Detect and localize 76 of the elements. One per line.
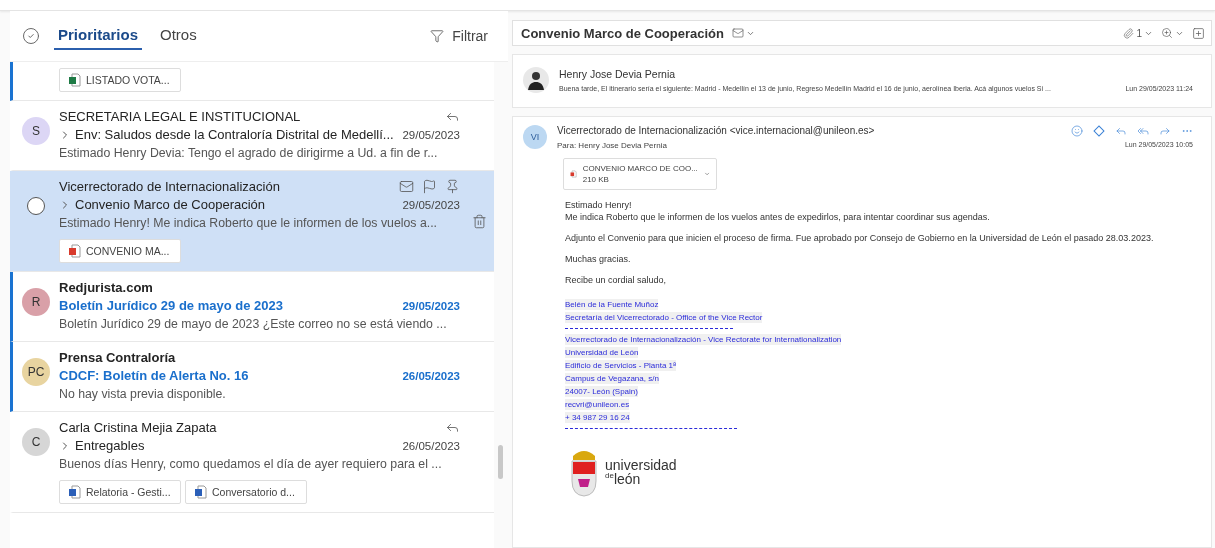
flag-icon[interactable] bbox=[422, 179, 437, 194]
avatar: S bbox=[22, 117, 50, 145]
forward-icon[interactable] bbox=[1159, 125, 1171, 137]
sender-name: Henry Jose Devia Pernia bbox=[559, 68, 677, 80]
date: 29/05/2023 bbox=[402, 128, 460, 141]
body-text: Muchas gracias. bbox=[565, 254, 632, 264]
expand-icon[interactable] bbox=[1192, 26, 1205, 40]
document-file-icon bbox=[68, 73, 81, 87]
filter-icon bbox=[430, 29, 445, 43]
mail-icon bbox=[732, 27, 744, 39]
paperclip-icon bbox=[1123, 27, 1135, 39]
attachment-chip[interactable]: Conversatorio d... bbox=[185, 480, 307, 504]
logo-text: $^{de}$león bbox=[605, 472, 642, 486]
scrollbar[interactable] bbox=[494, 62, 508, 548]
date: 29/05/2023 bbox=[402, 299, 460, 312]
reply-all-icon[interactable] bbox=[1137, 125, 1149, 137]
logo-text: universidad bbox=[605, 458, 677, 472]
preview-text: Estimado Henry Devia: Tengo el agrado de dirigirme a Ud. a fin de r... bbox=[59, 145, 438, 162]
date: 26/05/2023 bbox=[402, 439, 460, 452]
attachment-chip[interactable]: LISTADO VOTA... bbox=[59, 68, 181, 92]
select-radio[interactable] bbox=[27, 197, 45, 215]
preview-text: Boletín Jurídico 29 de mayo de 2023 ¿Este correo no se está viendo ... bbox=[59, 316, 447, 333]
body-text: Adjunto el Convenio para que inicien el proceso de firma. Fue aprobado por Consejo de Gobierno en la Universidad de León el pasado 28.03.2023. bbox=[565, 233, 1155, 243]
subject: Env: Saludos desde la Contraloría Distrital de Medellí... bbox=[75, 127, 395, 142]
message-item[interactable]: LISTADO VOTA... bbox=[10, 62, 494, 101]
pin-icon[interactable] bbox=[445, 179, 460, 194]
date: 26/05/2023 bbox=[402, 369, 460, 382]
zoom-icon bbox=[1161, 27, 1173, 39]
subject: Convenio Marco de Cooperación bbox=[75, 197, 267, 212]
avatar: PC bbox=[22, 358, 50, 386]
preview-text: No hay vista previa disponible. bbox=[59, 386, 226, 403]
sender-address: Vicerrectorado de Internacionalización <vice.internacional@unileon.es> bbox=[557, 125, 875, 137]
attachment-count[interactable]: 1 bbox=[1123, 27, 1153, 39]
avatar: VI bbox=[523, 125, 547, 149]
message-item[interactable]: Vicerrectorado de Internacionalización Convenio Marco de Cooperación 29/05/2023 Estimado Henry! Me indica Roberto que le informen de los vuelos a... CONVENIO MA... bbox=[10, 171, 494, 272]
pdf-file-icon bbox=[570, 167, 577, 181]
diamond-icon[interactable] bbox=[1093, 125, 1105, 137]
collapsed-message[interactable] bbox=[512, 54, 1212, 108]
emoji-icon[interactable] bbox=[1071, 125, 1083, 137]
recipient-line: Para: Henry Jose Devia Pernia bbox=[557, 141, 667, 150]
filter-button[interactable]: Filtrar bbox=[424, 27, 494, 45]
subject: CDCF: Boletín de Alerta No. 16 bbox=[59, 368, 250, 383]
tab[interactable]: Prioritarios bbox=[54, 22, 143, 50]
select-all-icon[interactable] bbox=[22, 27, 40, 45]
sender-name: Vicerrectorado de Internacionalización bbox=[59, 179, 281, 194]
preview-text: Estimado Henry! Me indica Roberto que le informen de los vuelos a... bbox=[59, 215, 437, 232]
attachment-chip[interactable]: CONVENIO MARCO DE COO... 210 KB bbox=[563, 158, 717, 190]
attachment-chip[interactable]: Relatoria - Gesti... bbox=[59, 480, 181, 504]
preview-text: Buenos días Henry, como quedamos el día de ayer requiero para el ... bbox=[59, 456, 442, 473]
sender-name: Carla Cristina Mejia Zapata bbox=[59, 420, 218, 435]
avatar: R bbox=[22, 288, 50, 316]
avatar: C bbox=[22, 428, 50, 456]
subject: Boletín Jurídico 29 de mayo de 2023 bbox=[59, 298, 284, 313]
document-file-icon bbox=[194, 485, 207, 499]
conversation-subject: Convenio Marco de Cooperación bbox=[521, 25, 724, 41]
message-item[interactable]: R Redjurista.com Boletín Jurídico 29 de mayo de 2023 29/05/2023 Boletín Jurídico 29 de mayo de 2023 ¿Este correo no se está viendo ... bbox=[10, 272, 494, 342]
body-text: Me indica Roberto que le informen de los vuelos antes de expedirlos, para intentar coordinar sus agendas. bbox=[565, 212, 991, 222]
zoom-button[interactable] bbox=[1161, 27, 1184, 39]
date: 29/05/2023 bbox=[402, 198, 460, 211]
document-file-icon bbox=[68, 485, 81, 499]
person-avatar bbox=[523, 67, 549, 93]
reply-icon[interactable] bbox=[1115, 125, 1127, 137]
mail-icon[interactable] bbox=[399, 179, 414, 194]
body-text: Estimado Henry! bbox=[565, 200, 633, 210]
message-item[interactable]: PC Prensa Contraloría CDCF: Boletín de Alerta No. 16 26/05/2023 No hay vista previa disponible. bbox=[10, 342, 494, 412]
sender-name: Prensa Contraloría bbox=[59, 350, 177, 365]
sender-name: SECRETARIA LEGAL E INSTITUCIONAL bbox=[59, 109, 302, 124]
attachment-chip[interactable]: CONVENIO MA... bbox=[59, 239, 181, 263]
delete-icon[interactable] bbox=[471, 213, 487, 229]
email-link[interactable]: recvri@unileon.es bbox=[565, 399, 630, 410]
tag-button[interactable] bbox=[732, 27, 755, 39]
body-text: Recibe un cordial saludo, bbox=[565, 275, 668, 285]
tab[interactable]: Otros bbox=[156, 22, 201, 50]
sender-name: Redjurista.com bbox=[59, 280, 154, 295]
subject: Entregables bbox=[75, 438, 146, 453]
pdf-file-icon bbox=[68, 244, 81, 258]
